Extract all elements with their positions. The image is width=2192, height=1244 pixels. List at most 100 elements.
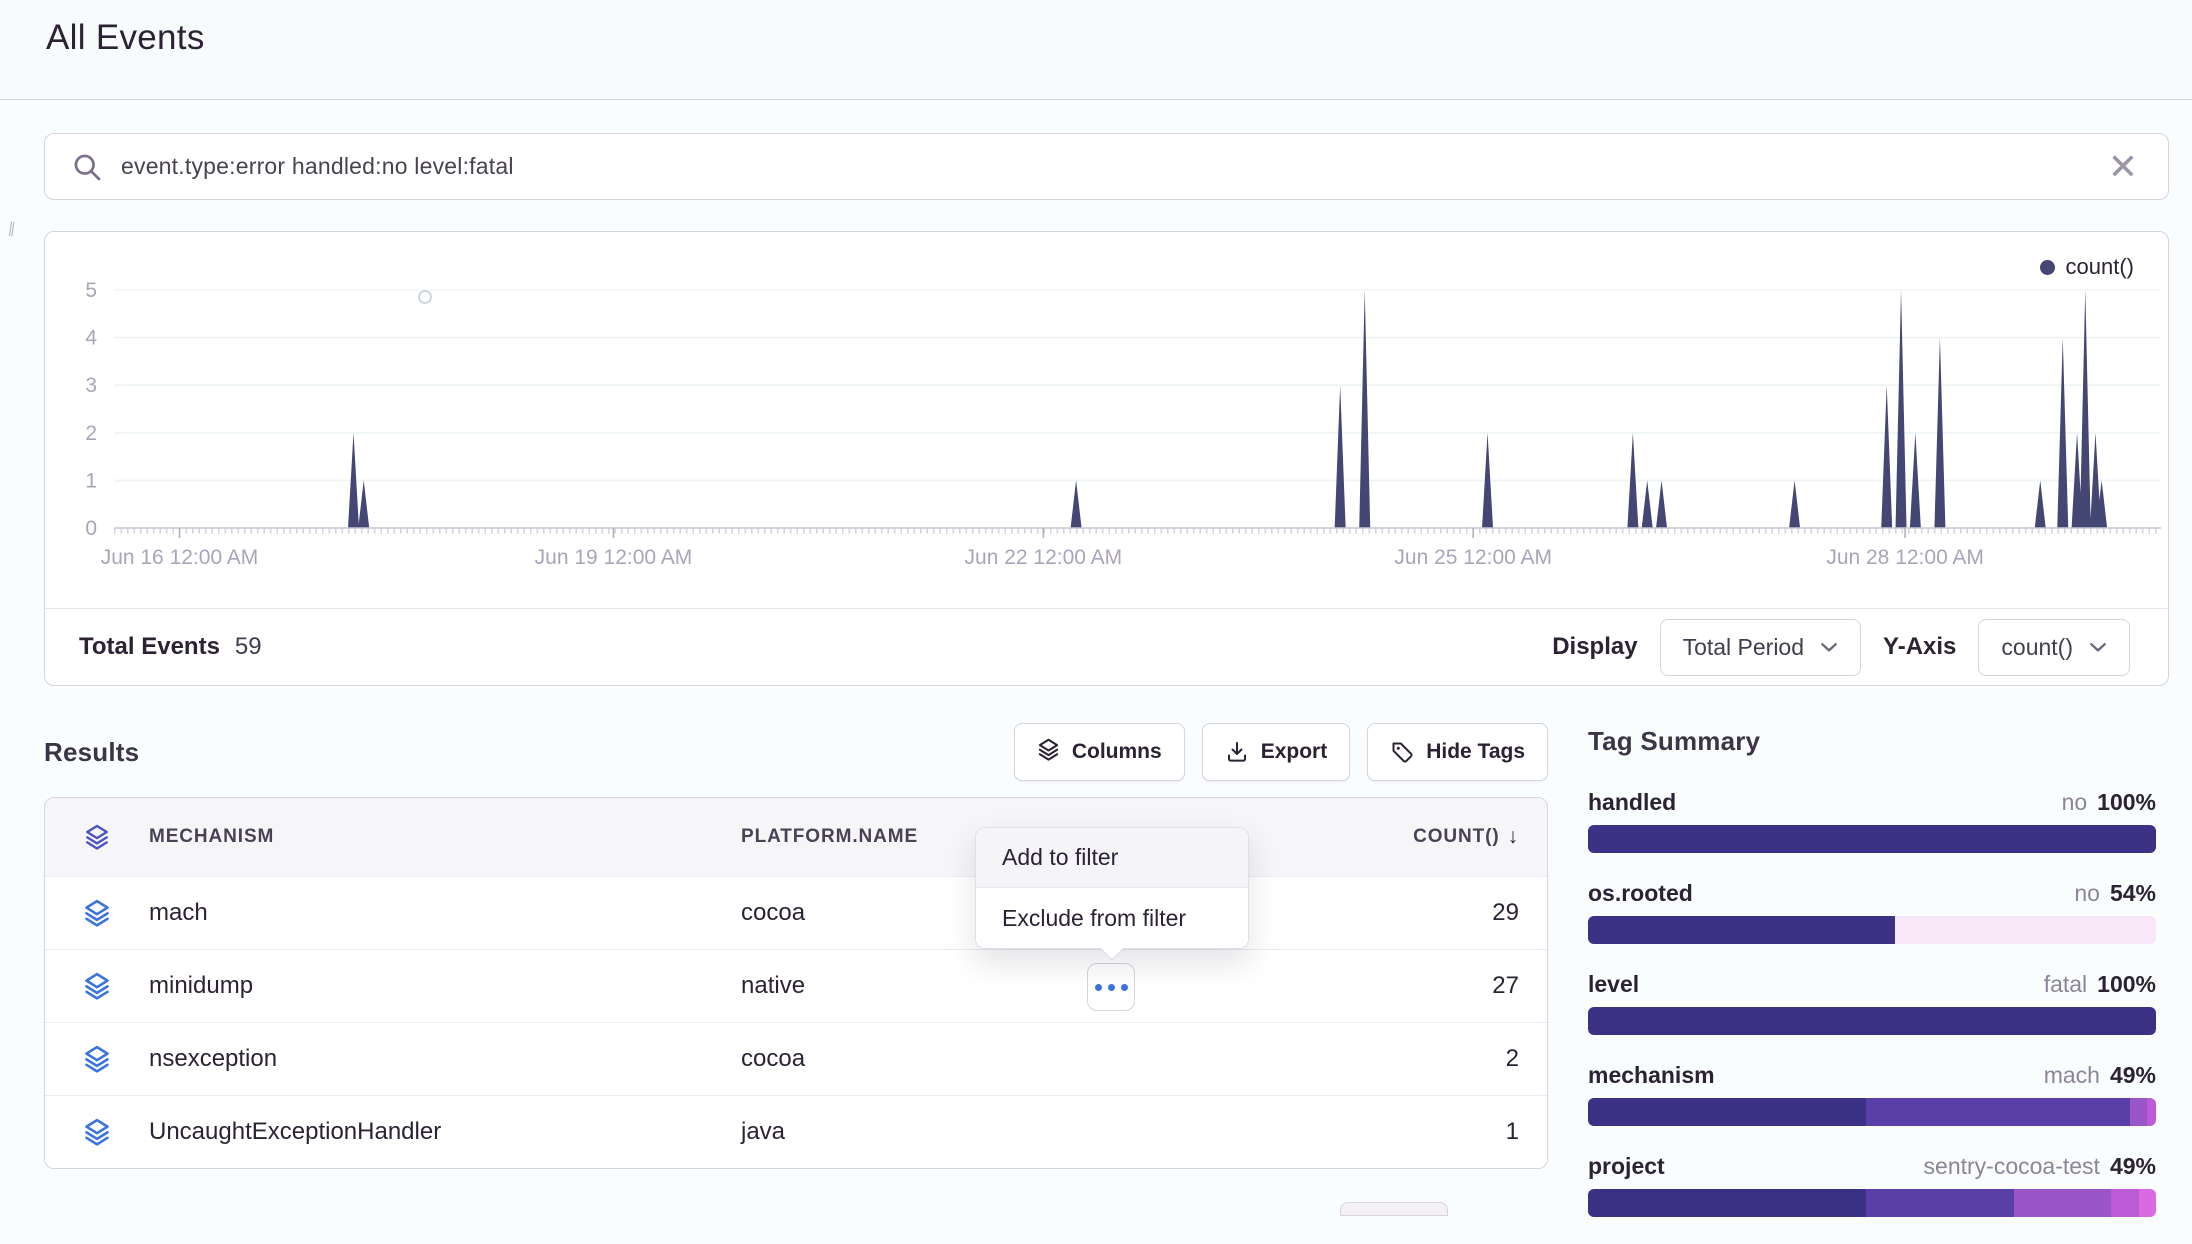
chart-spike (1896, 290, 1907, 528)
tag-top-percent: 54% (2110, 880, 2156, 907)
total-events-label: Total Events (79, 633, 220, 661)
tag-top-percent: 100% (2097, 789, 2156, 816)
column-header-count[interactable]: COUNT() ↓ (1395, 825, 1547, 849)
pagination-buttons[interactable] (1340, 1202, 1448, 1216)
stack-icon (45, 899, 149, 927)
tag-name: os.rooted (1588, 880, 1693, 907)
chevron-down-icon (2089, 641, 2107, 653)
chart-spike (1335, 385, 1346, 528)
tag-distribution-bar[interactable] (1588, 1189, 2156, 1217)
display-dropdown[interactable]: Total Period (1660, 619, 1861, 676)
tag-distribution-bar[interactable] (1588, 916, 2156, 944)
arrow-down-icon: ↓ (1508, 825, 1519, 849)
table-row[interactable]: UncaughtExceptionHandlerjava 1 (45, 1095, 1547, 1168)
tag-bar-segment[interactable] (2139, 1189, 2156, 1217)
cell-count: 2 (1395, 1045, 1547, 1073)
x-axis-tick-label: Jun 28 12:00 AM (1826, 546, 1984, 569)
page-title: All Events (46, 18, 205, 58)
tag-bar-segment[interactable] (1866, 1189, 2014, 1217)
legend-dot-icon (2040, 260, 2055, 275)
y-axis-tick-label: 3 (85, 374, 97, 397)
chart-legend: count() (2040, 254, 2134, 280)
export-button-label: Export (1261, 740, 1328, 764)
stack-icon (83, 1045, 111, 1073)
tag-icon (1390, 740, 1414, 764)
search-bar[interactable]: event.type:error handled:no level:fatal … (44, 133, 2169, 200)
stack-icon (1037, 738, 1060, 761)
tag-summary-row: mechanismmach49% (1588, 1062, 2156, 1126)
tag-bar-segment[interactable] (1588, 1098, 1866, 1126)
stack-icon (1037, 738, 1060, 767)
tag-summary-row: handledno100% (1588, 789, 2156, 853)
tag-summary-row: os.rooted no 54% (1588, 880, 2156, 944)
cell-count: 27 (1395, 972, 1547, 1000)
tag-top-value: no (2074, 880, 2100, 907)
columns-button[interactable]: Columns (1014, 723, 1185, 781)
export-button[interactable]: Export (1202, 723, 1351, 781)
cell-mechanism[interactable]: UncaughtExceptionHandler (149, 1118, 741, 1146)
stack-icon (83, 1118, 111, 1146)
chart-spike (1789, 480, 1800, 528)
row-actions-button[interactable] (1087, 963, 1135, 1011)
chevron-down-icon (1820, 641, 1838, 653)
chart-spike (1881, 385, 1892, 528)
tag-bar-segment[interactable] (2014, 1189, 2111, 1217)
results-heading: Results (44, 737, 139, 768)
events-chart-panel: 012345Jun 16 12:00 AMJun 19 12:00 AMJun … (44, 231, 2169, 686)
table-header-row: MECHANISM PLATFORM.NAME COUNT() ↓ (45, 798, 1547, 876)
cell-platform[interactable]: java (741, 1118, 1091, 1146)
tag-distribution-bar[interactable] (1588, 1007, 2156, 1035)
stack-icon (84, 824, 110, 850)
download-icon (1225, 740, 1249, 764)
tag-distribution-bar[interactable] (1588, 825, 2156, 853)
tag-top-value: fatal (2044, 971, 2087, 998)
stack-icon (45, 1045, 149, 1073)
tag-bar-segment[interactable] (1866, 1098, 2130, 1126)
clear-search-icon[interactable]: ✕ (2104, 149, 2142, 185)
hide-tags-button[interactable]: Hide Tags (1367, 723, 1548, 781)
tag-top-value: mach (2044, 1062, 2100, 1089)
tag-bar-segment[interactable] (1588, 825, 2156, 853)
yaxis-dropdown[interactable]: count() (1978, 619, 2130, 676)
resize-handle-icon: ∥ (7, 219, 16, 238)
chart-spike (1359, 290, 1370, 528)
tag-summary-row: levelfatal100% (1588, 971, 2156, 1035)
tag-bar-segment[interactable] (2111, 1189, 2139, 1217)
context-menu-item[interactable]: Add to filter (976, 828, 1248, 888)
display-dropdown-value: Total Period (1683, 634, 1804, 661)
stack-icon (83, 972, 111, 1000)
tag-top-percent: 49% (2110, 1153, 2156, 1180)
stack-icon[interactable] (45, 824, 149, 850)
tag-bar-segment[interactable] (2147, 1098, 2156, 1126)
page-header: All Events (0, 0, 2192, 100)
cell-count: 1 (1395, 1118, 1547, 1146)
tag-summary-heading: Tag Summary (1588, 726, 2156, 757)
column-header-mechanism[interactable]: MECHANISM (149, 826, 741, 848)
cell-platform[interactable]: native (741, 972, 1091, 1000)
table-row[interactable]: nsexceptioncocoa 2 (45, 1022, 1547, 1095)
total-events-value: 59 (235, 633, 262, 661)
tag-bar-segment[interactable] (1588, 1007, 2156, 1035)
x-axis-tick-label: Jun 16 12:00 AM (101, 546, 259, 569)
tag-bar-segment[interactable] (2130, 1098, 2147, 1126)
cell-mechanism[interactable]: nsexception (149, 1045, 741, 1073)
tag-top-percent: 49% (2110, 1062, 2156, 1089)
cell-mechanism[interactable]: minidump (149, 972, 741, 1000)
search-icon (71, 151, 103, 183)
tag-bar-segment[interactable] (1895, 916, 2156, 944)
table-row[interactable]: machcocoa29 (45, 876, 1547, 949)
columns-button-label: Columns (1072, 740, 1162, 764)
cell-mechanism[interactable]: mach (149, 899, 741, 927)
tag-distribution-bar[interactable] (1588, 1098, 2156, 1126)
tag-bar-segment[interactable] (1588, 916, 1895, 944)
events-over-time-chart[interactable]: 012345Jun 16 12:00 AMJun 19 12:00 AMJun … (45, 232, 2168, 610)
stack-icon (45, 1118, 149, 1146)
yaxis-dropdown-value: count() (2001, 634, 2073, 661)
table-row[interactable]: minidumpnative 27 (45, 949, 1547, 1022)
x-axis-tick-label: Jun 22 12:00 AM (965, 546, 1123, 569)
cell-platform[interactable]: cocoa (741, 1045, 1091, 1073)
tag-bar-segment[interactable] (1588, 1189, 1866, 1217)
search-input[interactable]: event.type:error handled:no level:fatal (121, 153, 2104, 180)
tag-top-percent: 100% (2097, 971, 2156, 998)
y-axis-tick-label: 1 (85, 469, 97, 492)
